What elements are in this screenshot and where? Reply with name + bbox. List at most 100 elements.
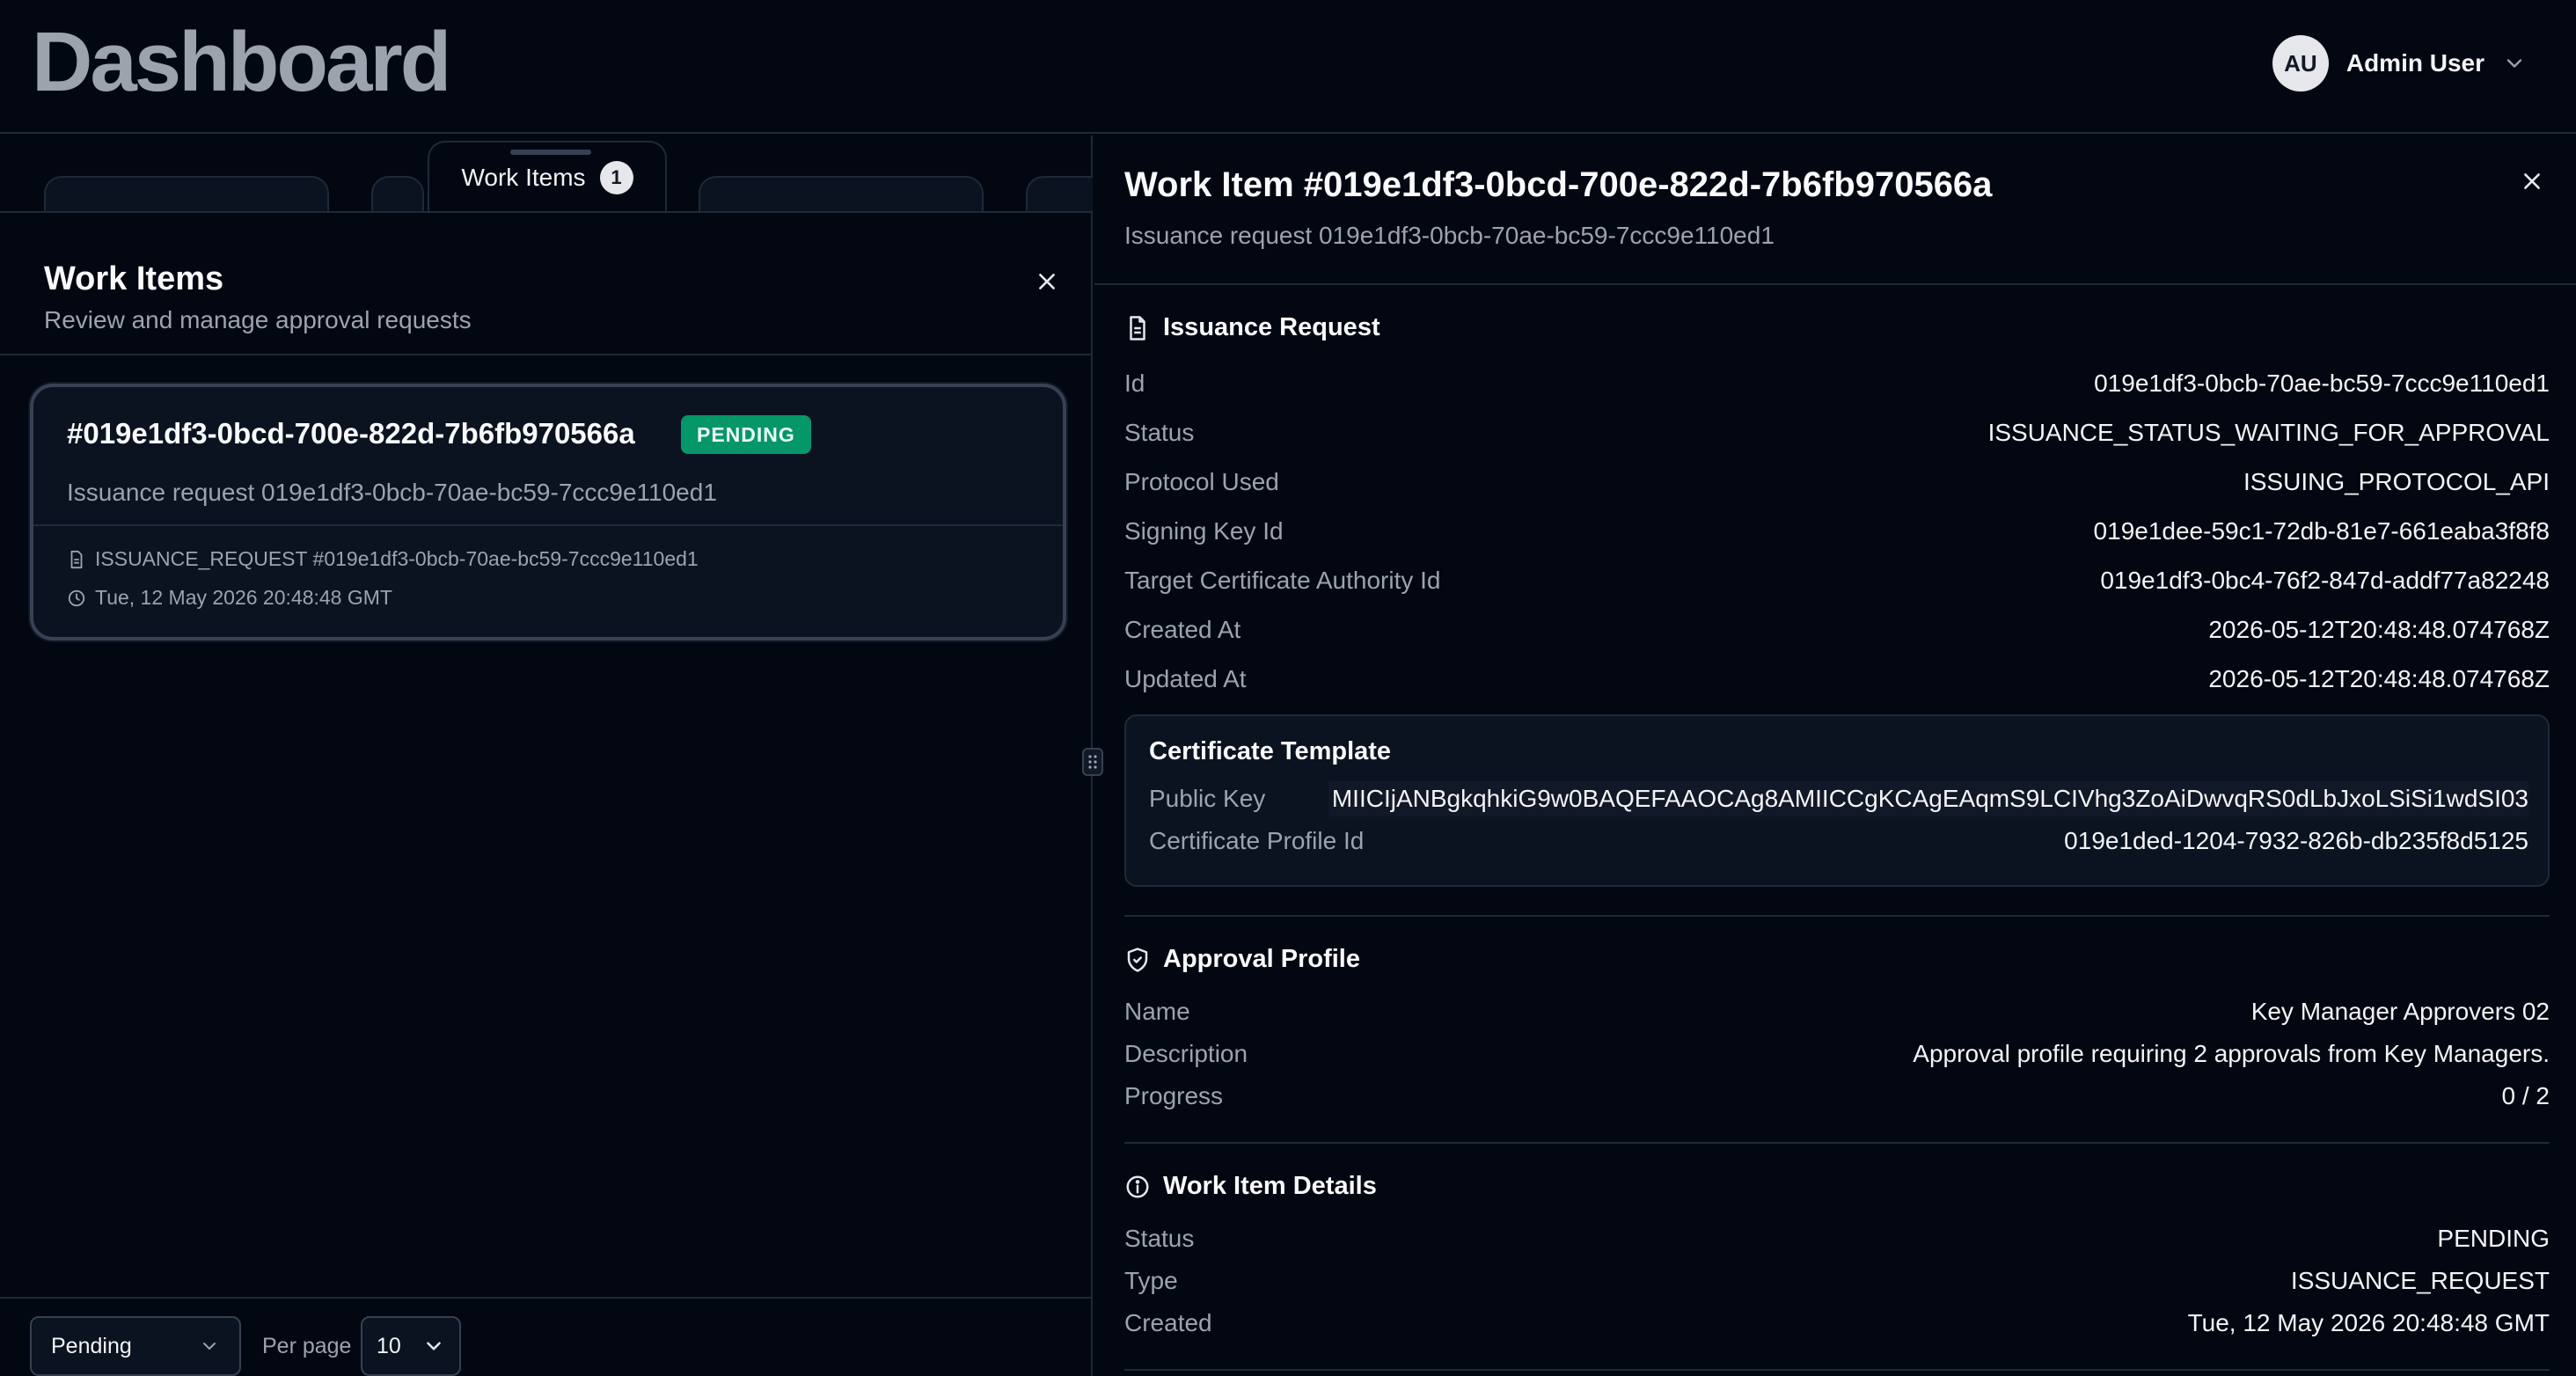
- detail-title: Work Item #019e1df3-0bcd-700e-822d-7b6fb…: [1124, 165, 1993, 204]
- card-title: #019e1df3-0bcd-700e-822d-7b6fb970566a: [67, 417, 635, 450]
- row-label: Created: [1124, 1309, 1212, 1336]
- detail-row-updated-at: Updated At 2026-05-12T20:48:48.074768Z: [1124, 662, 2550, 697]
- chevron-down-icon: [427, 1342, 441, 1350]
- row-value: 0 / 2: [2501, 1082, 2550, 1109]
- work-item-card[interactable]: #019e1df3-0bcd-700e-822d-7b6fb970566a PE…: [30, 384, 1066, 640]
- document-icon: [70, 550, 83, 568]
- tab-work-items[interactable]: Work Items 1: [428, 141, 667, 211]
- template-row-public-key: Public Key MIICIjANBgkqhkiG9w0BAQEFAAOCA…: [1149, 781, 2528, 816]
- details-row-created: Created Tue, 12 May 2026 20:48:48 GMT: [1124, 1306, 2550, 1341]
- card-reference-text: ISSUANCE_REQUEST #019e1df3-0bcb-70ae-bc5…: [95, 547, 699, 570]
- issuance-request-heading: Issuance Request: [1124, 313, 1380, 342]
- status-badge: PENDING: [681, 415, 811, 454]
- app-root: Dashboard AU Admin User Work Items 1 Wor…: [0, 0, 2576, 1376]
- details-row-type: Type ISSUANCE_REQUEST: [1124, 1263, 2550, 1299]
- detail-subtitle: Issuance request 019e1df3-0bcb-70ae-bc59…: [1124, 222, 1775, 249]
- tab-placeholder[interactable]: [699, 176, 984, 211]
- row-label: Certificate Profile Id: [1149, 827, 1365, 854]
- row-value: Key Manager Approvers 02: [2250, 998, 2550, 1025]
- panel-title: Work Items: [44, 260, 224, 297]
- tab-label: Work Items: [461, 164, 586, 191]
- row-label: Signing Key Id: [1124, 517, 1284, 545]
- row-value: 019e1dee-59c1-72db-81e7-661eaba3f8f8: [2093, 517, 2550, 545]
- tab-drag-handle[interactable]: [510, 150, 591, 155]
- status-filter-select[interactable]: Pending: [30, 1316, 241, 1376]
- divider: [1124, 915, 2550, 917]
- work-item-detail-panel: Work Item #019e1df3-0bcd-700e-822d-7b6fb…: [1094, 135, 2576, 1376]
- close-panel-button[interactable]: [1029, 264, 1065, 299]
- user-menu-button[interactable]: AU Admin User: [2272, 35, 2527, 91]
- detail-row-protocol: Protocol Used ISSUING_PROTOCOL_API: [1124, 465, 2550, 500]
- card-timestamp: Tue, 12 May 2026 20:48:48 GMT: [67, 586, 392, 610]
- status-filter-value: Pending: [51, 1333, 132, 1358]
- card-timestamp-text: Tue, 12 May 2026 20:48:48 GMT: [95, 586, 392, 609]
- row-label: Type: [1124, 1267, 1178, 1294]
- row-label: Public Key: [1149, 785, 1266, 812]
- detail-row-status: Status ISSUANCE_STATUS_WAITING_FOR_APPRO…: [1124, 415, 2550, 450]
- divider: [1124, 1369, 2550, 1371]
- per-page-value: 10: [377, 1333, 401, 1358]
- pagination-bar: Pending Per page 10: [0, 1297, 1093, 1376]
- tab-placeholder[interactable]: [371, 176, 424, 211]
- close-icon: [2524, 173, 2540, 189]
- row-label: Created At: [1124, 616, 1241, 643]
- row-label: Status: [1124, 419, 1195, 446]
- per-page-select[interactable]: 10: [361, 1316, 461, 1376]
- chevron-down-icon: [203, 1343, 216, 1350]
- row-value: ISSUANCE_STATUS_WAITING_FOR_APPROVAL: [1987, 419, 2550, 446]
- row-label: Protocol Used: [1124, 468, 1279, 495]
- tab-count-badge: 1: [599, 161, 633, 194]
- row-value: 2026-05-12T20:48:48.074768Z: [2208, 616, 2550, 643]
- panel-subtitle: Review and manage approval requests: [44, 306, 472, 333]
- info-icon: [1126, 1175, 1149, 1197]
- detail-row-target-ca: Target Certificate Authority Id 019e1df3…: [1124, 563, 2550, 598]
- chevron-down-icon: [2506, 59, 2522, 68]
- row-label: Description: [1124, 1040, 1248, 1067]
- approval-row-progress: Progress 0 / 2: [1124, 1079, 2550, 1114]
- details-row-status: Status PENDING: [1124, 1221, 2550, 1256]
- issuance-request-heading-text: Issuance Request: [1163, 313, 1380, 341]
- card-description: Issuance request 019e1df3-0bcb-70ae-bc59…: [67, 479, 717, 506]
- avatar: AU: [2272, 35, 2329, 91]
- detail-row-id: Id 019e1df3-0bcb-70ae-bc59-7ccc9e110ed1: [1124, 366, 2550, 401]
- row-value: 2026-05-12T20:48:48.074768Z: [2208, 665, 2550, 692]
- divider: [1124, 1142, 2550, 1144]
- approval-row-name: Name Key Manager Approvers 02: [1124, 994, 2550, 1029]
- approval-row-description: Description Approval profile requiring 2…: [1124, 1036, 2550, 1072]
- row-value: Approval profile requiring 2 approvals f…: [1913, 1040, 2550, 1067]
- user-name: Admin User: [2345, 49, 2485, 77]
- close-detail-button[interactable]: [2514, 164, 2550, 199]
- row-value: ISSUING_PROTOCOL_API: [2243, 468, 2550, 495]
- panel-header: Work Items Review and manage approval re…: [0, 215, 1093, 355]
- close-icon: [1039, 274, 1055, 289]
- tab-placeholder[interactable]: [1026, 176, 1093, 211]
- row-value: 019e1df3-0bc4-76f2-847d-addf77a82248: [2100, 567, 2550, 594]
- row-value: 019e1df3-0bcb-70ae-bc59-7ccc9e110ed1: [2094, 370, 2550, 397]
- divider: [1094, 283, 2576, 285]
- document-icon: [1130, 315, 1145, 340]
- row-value: 019e1ded-1204-7932-826b-db235f8d5125: [2064, 827, 2528, 854]
- per-page-label: Per page: [262, 1334, 352, 1358]
- public-key-value[interactable]: MIICIjANBgkqhkiG9w0BAQEFAAOCAg8AMIICCgKC…: [1328, 781, 2528, 816]
- tab-placeholder[interactable]: [44, 176, 329, 211]
- row-label: Id: [1124, 370, 1145, 397]
- row-label: Status: [1124, 1225, 1195, 1252]
- card-header: #019e1df3-0bcd-700e-822d-7b6fb970566a PE…: [33, 387, 1063, 526]
- card-reference: ISSUANCE_REQUEST #019e1df3-0bcb-70ae-bc5…: [67, 547, 699, 571]
- shield-check-icon: [1127, 947, 1148, 972]
- work-item-details-heading: Work Item Details: [1124, 1172, 1377, 1201]
- row-value: PENDING: [2437, 1225, 2550, 1252]
- template-row-profile-id: Certificate Profile Id 019e1ded-1204-793…: [1149, 823, 2528, 859]
- work-item-details-heading-text: Work Item Details: [1163, 1172, 1377, 1200]
- approval-profile-heading-text: Approval Profile: [1163, 945, 1360, 973]
- approval-profile-heading: Approval Profile: [1124, 945, 1360, 974]
- detail-row-created-at: Created At 2026-05-12T20:48:48.074768Z: [1124, 612, 2550, 648]
- row-label: Target Certificate Authority Id: [1124, 567, 1441, 594]
- row-label: Updated At: [1124, 665, 1247, 692]
- tab-strip: Work Items 1: [0, 135, 1093, 213]
- row-value: Tue, 12 May 2026 20:48:48 GMT: [2187, 1309, 2550, 1336]
- certificate-template-heading: Certificate Template: [1149, 737, 1392, 765]
- top-header: Dashboard AU Admin User: [0, 0, 2576, 134]
- work-items-panel: Work Items 1 Work Items Review and manag…: [0, 135, 1093, 1376]
- row-label: Progress: [1124, 1082, 1224, 1109]
